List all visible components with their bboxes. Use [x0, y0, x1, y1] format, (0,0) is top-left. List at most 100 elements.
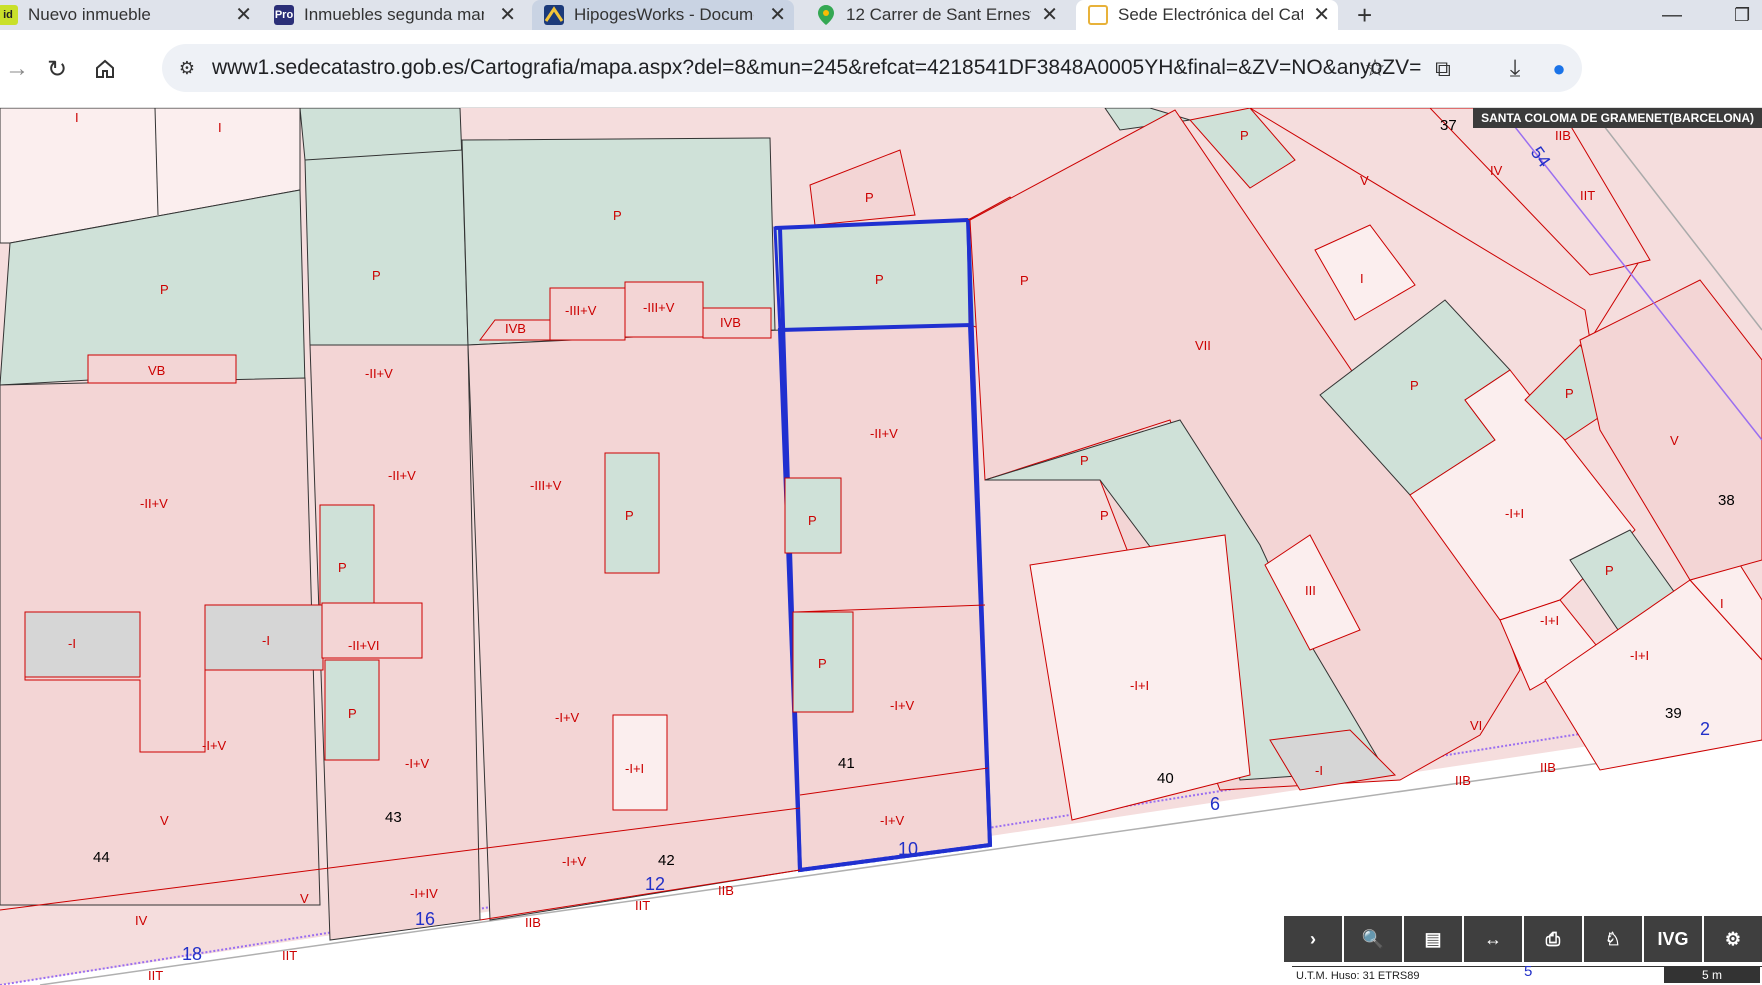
map-label: -I+I	[625, 761, 644, 776]
map-label: V	[160, 813, 169, 828]
tab-inmuebles[interactable]: Pro Inmuebles segunda man ✕	[262, 0, 524, 30]
settings-icon[interactable]: ⚙	[1704, 916, 1762, 962]
tab-title: Inmuebles segunda man	[304, 5, 484, 24]
map-label: IV	[135, 913, 148, 928]
map-label: -I+V	[555, 710, 580, 725]
map-label: -I	[68, 636, 76, 651]
map-label: P	[613, 208, 622, 223]
layers-icon[interactable]: ▤	[1404, 916, 1462, 962]
map-label: IIB	[1540, 760, 1556, 775]
map-label: -III+V	[565, 303, 597, 318]
map-label: -II+V	[388, 468, 416, 483]
map-label: P	[372, 268, 381, 283]
map-label: V	[1670, 433, 1679, 448]
map-label: -I+V	[880, 813, 905, 828]
map-label: P	[808, 513, 817, 528]
parcel-number: 41	[838, 755, 855, 772]
map-label: P	[865, 190, 874, 205]
map-label: I	[1720, 596, 1724, 611]
parcel-number: 42	[658, 852, 675, 869]
map-label: I	[1360, 271, 1364, 286]
map-label: IIT	[635, 898, 650, 913]
map-label: IIB	[525, 915, 541, 930]
home-icon[interactable]	[88, 52, 122, 86]
map-label: -II+V	[870, 426, 898, 441]
url-text[interactable]: www1.sedecatastro.gob.es/Cartografia/map…	[212, 56, 1421, 80]
bookmark-star-icon[interactable]: ☆	[1358, 51, 1392, 85]
tab-title: HipogesWorks - Docume	[574, 5, 754, 24]
parcel-number: 43	[385, 809, 402, 826]
map-label: -I+I	[1505, 506, 1524, 521]
search-icon[interactable]: 🔍	[1344, 916, 1402, 962]
map-label: P	[1605, 563, 1614, 578]
map-label: P	[1080, 453, 1089, 468]
scale-label: 5 m	[1664, 967, 1760, 983]
map-label: IIT	[282, 948, 297, 963]
map-label: -II+V	[140, 496, 168, 511]
map-label: VB	[148, 363, 165, 378]
stamp-icon[interactable]: ♘	[1584, 916, 1642, 962]
map-label: IIT	[148, 968, 163, 983]
site-settings-icon[interactable]: ⚙	[170, 51, 204, 85]
tab-catastro[interactable]: Sede Electrónica del Cata ✕	[1076, 0, 1338, 30]
map-label: -I+I	[1540, 613, 1559, 628]
map-label: P	[338, 560, 347, 575]
map-canvas[interactable]: I I P P P P P P P V IV IIT IIB I VII P P…	[0, 108, 1762, 985]
parcel-number: 37	[1440, 117, 1457, 134]
measure-icon[interactable]: ↔	[1464, 916, 1522, 962]
expand-icon[interactable]: ›	[1284, 916, 1342, 962]
tab-maps[interactable]: 12 Carrer de Sant Ernest ✕	[804, 0, 1066, 30]
tab-title: Sede Electrónica del Cata	[1118, 5, 1303, 24]
tab-title: Nuevo inmueble	[28, 5, 151, 24]
close-icon[interactable]: ✕	[499, 2, 516, 27]
parcel-number: 44	[93, 849, 110, 866]
restore-icon[interactable]: ❐	[1722, 0, 1762, 30]
profile-icon[interactable]: ●	[1542, 52, 1576, 86]
close-icon[interactable]: ✕	[1313, 2, 1330, 27]
tab-hipoges[interactable]: HipogesWorks - Docume ✕	[532, 0, 794, 30]
close-icon[interactable]: ✕	[1041, 2, 1058, 27]
print-icon[interactable]: ⎙	[1524, 916, 1582, 962]
map-label: -II+V	[365, 366, 393, 381]
map-label: -I	[1315, 763, 1323, 778]
map-label: IVB	[720, 315, 741, 330]
map-toolbar: › 🔍 ▤ ↔ ⎙ ♘ IVG ⚙	[1284, 916, 1762, 964]
address-bar[interactable]: ⚙ www1.sedecatastro.gob.es/Cartografia/m…	[162, 44, 1582, 92]
ivg-button[interactable]: IVG	[1644, 916, 1702, 962]
map-label: IIT	[1580, 188, 1595, 203]
cadastral-map[interactable]: I I P P P P P P P V IV IIT IIB I VII P P…	[0, 108, 1762, 985]
map-label: P	[1100, 508, 1109, 523]
download-icon[interactable]: ⤓	[1498, 52, 1532, 86]
map-label: III	[1305, 583, 1316, 598]
map-label: IV	[1490, 163, 1503, 178]
map-label: IVB	[505, 321, 526, 336]
street-number: 6	[1210, 794, 1220, 814]
map-label: -I	[262, 633, 270, 648]
map-label: -I+V	[890, 698, 915, 713]
maps-pin-icon	[816, 5, 836, 25]
forward-icon[interactable]: →	[0, 52, 34, 86]
map-label: -I+V	[562, 854, 587, 869]
minimize-icon[interactable]: —	[1650, 0, 1690, 30]
map-label: I	[75, 110, 79, 125]
map-label: -III+V	[530, 478, 562, 493]
map-label: P	[1565, 386, 1574, 401]
close-icon[interactable]: ✕	[769, 2, 786, 27]
reload-icon[interactable]: ↻	[40, 52, 74, 86]
map-label: IIB	[1555, 128, 1571, 143]
map-label: -I+V	[202, 738, 227, 753]
tab-nuevo-inmueble[interactable]: id Nuevo inmueble ✕	[0, 0, 260, 30]
idealista-icon: id	[0, 5, 18, 25]
map-label: P	[1410, 378, 1419, 393]
parcel-number: 38	[1718, 492, 1735, 509]
extensions-icon[interactable]: ⧉	[1426, 52, 1460, 86]
map-label: -I+IV	[410, 886, 438, 901]
map-label: VI	[1470, 718, 1482, 733]
close-icon[interactable]: ✕	[235, 2, 252, 27]
map-label: P	[625, 508, 634, 523]
map-label: V	[1360, 173, 1369, 188]
map-label: P	[1240, 128, 1249, 143]
map-label: V	[300, 891, 309, 906]
street-number: 16	[415, 909, 435, 929]
new-tab-button[interactable]: +	[1345, 0, 1395, 30]
